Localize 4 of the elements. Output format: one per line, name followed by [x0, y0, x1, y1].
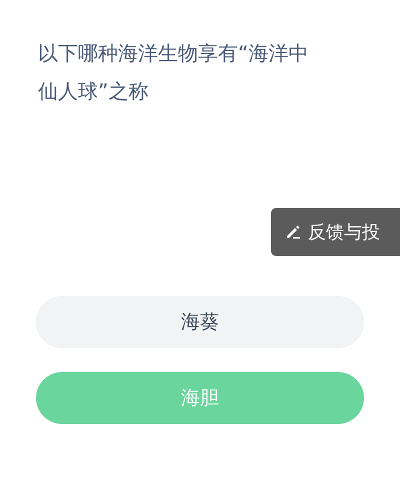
- question-text: 以下哪种海洋生物享有“海洋中仙人球”之称: [37, 40, 310, 105]
- feedback-button[interactable]: 反馈与投: [271, 208, 400, 256]
- pencil-icon: [285, 224, 301, 240]
- answer-option[interactable]: 海葵: [36, 296, 364, 348]
